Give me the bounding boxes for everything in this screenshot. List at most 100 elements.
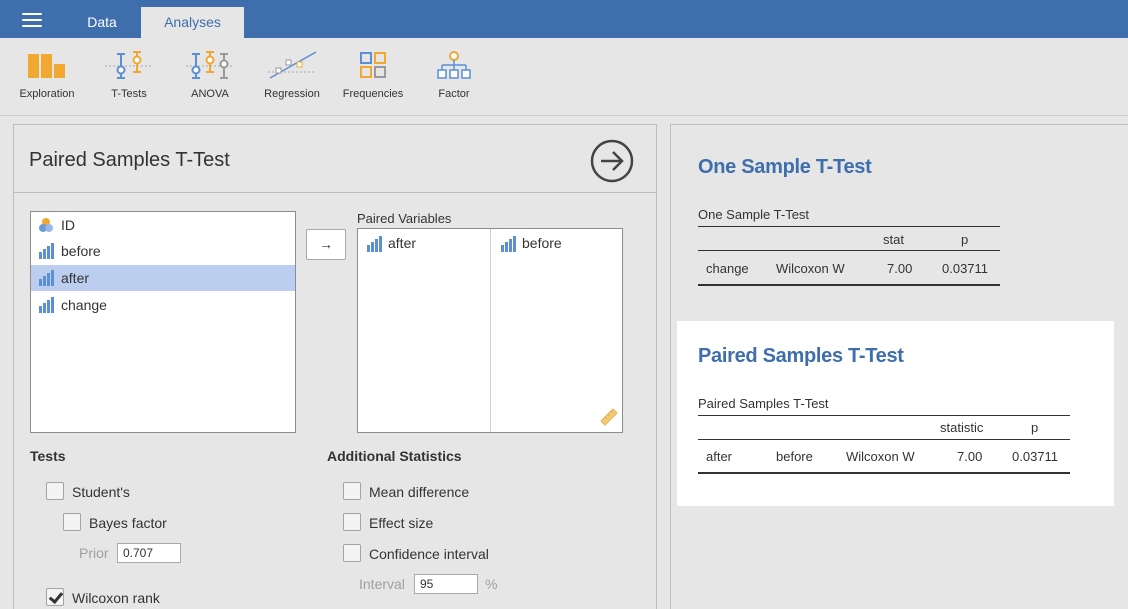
one-sample-results-title: One Sample T-Test	[698, 156, 872, 178]
table-cell: Wilcoxon W	[776, 261, 845, 276]
analysis-title: Paired Samples T-Test	[29, 149, 230, 171]
table-cell: before	[776, 449, 813, 464]
factor-icon	[437, 51, 471, 79]
variable-name: ID	[61, 217, 75, 233]
results-panel: One Sample T-Test One Sample T-Test stat…	[670, 124, 1128, 609]
variable-item-after[interactable]: after	[31, 265, 295, 291]
table-rule	[698, 250, 1000, 251]
additional-statistics-heading: Additional Statistics	[327, 448, 462, 464]
mean-difference-label: Mean difference	[369, 484, 470, 500]
paired-results-title: Paired Samples T-Test	[698, 345, 904, 367]
paired-variable-name: after	[388, 235, 417, 251]
paired-variable-name: before	[522, 235, 562, 251]
exploration-icon	[28, 54, 65, 78]
table-cell: after	[706, 449, 733, 464]
continuous-variable-icon	[39, 270, 54, 286]
frequencies-icon	[360, 52, 386, 78]
ribbon-t-tests-button[interactable]: T-Tests	[96, 38, 162, 116]
options-panel: Paired Samples T-Test ID before after ch…	[13, 124, 657, 609]
paired-variables-label: Paired Variables	[357, 211, 452, 226]
ribbon-label: Regression	[264, 88, 320, 100]
bayes-option: Bayes factor	[63, 513, 167, 533]
t-tests-icon	[105, 51, 153, 79]
mean-difference-checkbox[interactable]	[343, 482, 361, 500]
table-rule	[698, 226, 1000, 227]
table-cell: 7.00	[957, 449, 983, 464]
ribbon-label: Frequencies	[342, 88, 404, 100]
table-cell: 7.00	[887, 261, 913, 276]
table-header: stat	[883, 232, 904, 247]
interval-label: Interval	[359, 576, 405, 592]
run-arrow-icon[interactable]	[590, 139, 634, 183]
variable-name: change	[61, 297, 107, 313]
effect-size-checkbox[interactable]	[343, 513, 361, 531]
table-header: p	[961, 232, 969, 247]
variable-item-id[interactable]: ID	[31, 212, 295, 238]
continuous-variable-icon	[501, 236, 516, 252]
confidence-interval-checkbox[interactable]	[343, 544, 361, 562]
ribbon-exploration-button[interactable]: Exploration	[12, 38, 82, 116]
ribbon-label: Factor	[438, 88, 470, 100]
ribbon-factor-button[interactable]: Factor	[424, 38, 484, 116]
title-separator	[14, 192, 657, 193]
paired-table-caption: Paired Samples T-Test	[698, 396, 829, 411]
one-sample-table-caption: One Sample T-Test	[698, 207, 810, 222]
interval-input[interactable]	[414, 574, 478, 594]
students-checkbox[interactable]	[46, 482, 64, 500]
wilcoxon-rank-checkbox[interactable]	[46, 588, 64, 606]
table-header: p	[1031, 420, 1039, 435]
table-cell: change	[706, 261, 749, 276]
ruler-icon	[600, 408, 618, 426]
students-option: Student's	[46, 482, 130, 502]
regression-icon	[268, 51, 317, 79]
bayes-factor-label: Bayes factor	[89, 515, 167, 531]
table-cell: Wilcoxon W	[846, 449, 915, 464]
paired-variable-right[interactable]: before	[492, 231, 562, 255]
ribbon-label: Exploration	[19, 88, 75, 100]
prior-input[interactable]	[117, 543, 181, 563]
confidence-interval-option: Confidence interval	[343, 544, 489, 564]
anova-icon	[186, 51, 234, 79]
tests-heading: Tests	[30, 448, 66, 464]
tab-data[interactable]: Data	[62, 7, 142, 38]
nominal-variable-icon	[39, 218, 53, 232]
top-bar: Data Analyses	[0, 0, 1128, 38]
confidence-interval-label: Confidence interval	[369, 546, 489, 562]
paired-column-divider	[490, 229, 491, 432]
continuous-variable-icon	[39, 297, 54, 313]
continuous-variable-icon	[367, 236, 382, 252]
table-cell: 0.03711	[1012, 449, 1059, 464]
variable-list[interactable]: ID before after change	[30, 211, 296, 433]
variable-item-before[interactable]: before	[31, 238, 295, 264]
ribbon-label: T-Tests	[111, 88, 147, 100]
effect-size-label: Effect size	[369, 515, 434, 531]
paired-variables-box[interactable]: after before	[357, 228, 623, 433]
variable-name: after	[61, 270, 90, 286]
table-rule	[698, 439, 1070, 440]
variable-name: before	[61, 243, 101, 259]
hamburger-menu-icon[interactable]	[22, 13, 42, 27]
bayes-factor-checkbox[interactable]	[63, 513, 81, 531]
table-header: statistic	[940, 420, 984, 435]
analyses-ribbon: Exploration T-Tests ANOVA Regression Fre…	[0, 38, 1128, 116]
ribbon-regression-button[interactable]: Regression	[256, 38, 328, 116]
continuous-variable-icon	[39, 243, 54, 259]
table-cell: 0.03711	[942, 261, 989, 276]
mean-difference-option: Mean difference	[343, 482, 469, 502]
paired-variable-left[interactable]: after	[358, 231, 416, 255]
interval-unit: %	[485, 576, 498, 592]
prior-label: Prior	[79, 545, 109, 561]
effect-size-option: Effect size	[343, 513, 433, 533]
wilcoxon-rank-label: Wilcoxon rank	[72, 590, 160, 606]
ribbon-anova-button[interactable]: ANOVA	[176, 38, 244, 116]
table-rule	[698, 415, 1070, 416]
table-rule	[698, 472, 1070, 474]
students-label: Student's	[72, 484, 130, 500]
move-variable-button[interactable]: →	[306, 229, 346, 260]
ribbon-frequencies-button[interactable]: Frequencies	[336, 38, 410, 116]
ribbon-label: ANOVA	[191, 88, 229, 100]
table-rule	[698, 284, 1000, 286]
tab-analyses[interactable]: Analyses	[141, 7, 244, 38]
wilcoxon-option: Wilcoxon rank	[46, 588, 160, 608]
variable-item-change[interactable]: change	[31, 292, 295, 318]
